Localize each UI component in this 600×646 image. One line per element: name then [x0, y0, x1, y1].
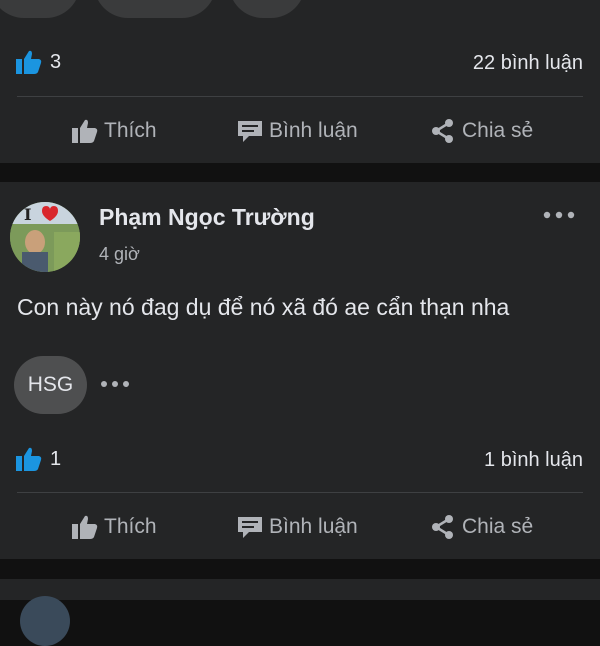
- divider: [17, 492, 583, 493]
- divider: [17, 96, 583, 97]
- like-summary[interactable]: 1: [16, 447, 61, 471]
- thumbs-up-icon: [72, 119, 98, 143]
- thumbs-up-icon: [16, 447, 42, 471]
- like-count: 3: [50, 50, 62, 73]
- like-summary[interactable]: 3: [16, 50, 61, 74]
- share-label: Chia sẻ: [462, 119, 534, 142]
- comment-icon: [238, 121, 262, 142]
- share-button[interactable]: Chia sẻ: [430, 507, 533, 547]
- post-card-previous: 3 22 bình luận Thích Bình luận Chia sẻ: [0, 0, 600, 163]
- action-bar: Thích Bình luận Chia sẻ: [0, 111, 600, 151]
- like-label: Thích: [104, 119, 157, 142]
- share-label: Chia sẻ: [462, 515, 534, 538]
- avatar-photo: I: [10, 202, 80, 272]
- like-label: Thích: [104, 515, 157, 538]
- svg-text:I: I: [24, 205, 31, 224]
- more-icon[interactable]: [100, 378, 130, 390]
- comment-count[interactable]: 22 bình luận: [473, 52, 583, 75]
- share-button[interactable]: Chia sẻ: [430, 111, 533, 151]
- post-card: I Phạm Ngọc Trường 4 giờ Con này nó đag …: [0, 182, 600, 559]
- thumbs-up-icon: [72, 515, 98, 539]
- like-button[interactable]: Thích: [72, 507, 157, 547]
- comment-count[interactable]: 1 bình luận: [484, 449, 583, 472]
- comment-label: Bình luận: [269, 119, 358, 142]
- post-stats: 1 1 bình luận: [0, 447, 600, 477]
- share-icon: [432, 515, 453, 539]
- post-card-next: [0, 579, 600, 646]
- post-stats: 3 22 bình luận: [0, 50, 600, 80]
- thumbs-up-icon: [16, 50, 42, 74]
- comment-button[interactable]: Bình luận: [237, 507, 358, 547]
- comment-button[interactable]: Bình luận: [237, 111, 358, 151]
- reaction-chip[interactable]: [229, 0, 305, 18]
- reaction-chip[interactable]: [0, 0, 80, 18]
- reaction-chip[interactable]: [94, 0, 216, 18]
- action-bar: Thích Bình luận Chia sẻ: [0, 507, 600, 547]
- more-icon[interactable]: [543, 207, 575, 223]
- share-icon: [432, 119, 453, 143]
- post-time[interactable]: 4 giờ: [99, 244, 140, 265]
- avatar[interactable]: [20, 596, 70, 646]
- avatar[interactable]: I: [10, 202, 80, 272]
- like-count: 1: [50, 447, 62, 470]
- author-name[interactable]: Phạm Ngọc Trường: [99, 204, 315, 231]
- like-button[interactable]: Thích: [72, 111, 157, 151]
- post-text: Con này nó đag dụ để nó xã đó ae cẩn thạ…: [17, 294, 510, 320]
- group-badge[interactable]: HSG: [14, 356, 87, 414]
- comment-label: Bình luận: [269, 515, 358, 538]
- comment-icon: [238, 517, 262, 538]
